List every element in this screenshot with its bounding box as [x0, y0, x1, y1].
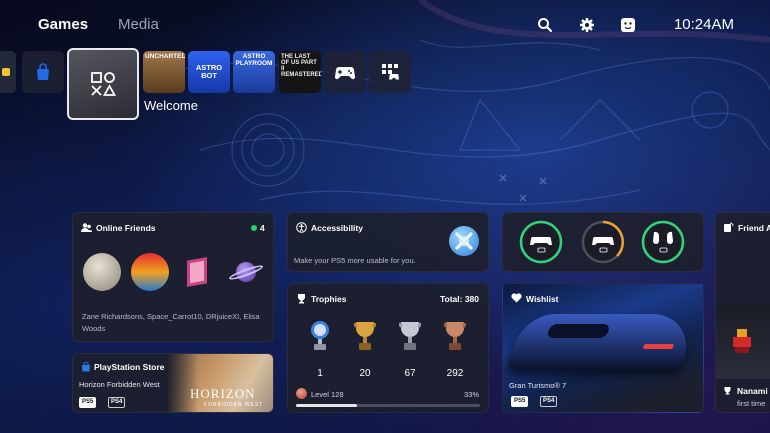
game-tile-title: THE LAST OF US PART II REMASTERED	[281, 54, 321, 78]
grid-gamepad-icon	[382, 64, 399, 80]
ps4-badge: PS4	[540, 396, 558, 407]
game-tile-astro-playroom[interactable]: ASTRO PLAYROOM	[233, 51, 275, 93]
online-friends-count: 4	[260, 223, 265, 233]
level-progress-track	[296, 404, 480, 407]
gold-count: 20	[359, 368, 371, 379]
heart-icon	[511, 293, 522, 303]
wishlist-card[interactable]: Wishlist Gran Turismo® 7 PS5 PS4	[502, 283, 704, 413]
top-bar: Games Media 10:24AM	[38, 16, 734, 38]
trophies-title: Trophies	[311, 294, 347, 304]
game-base-tile[interactable]	[369, 51, 411, 93]
ps5-badge: PS5	[511, 396, 529, 407]
gold-trophy-icon	[354, 322, 376, 350]
avatar-shape	[187, 257, 207, 287]
trophies-total: Total: 380	[439, 294, 479, 304]
store-bag-icon	[37, 63, 49, 80]
tab-games[interactable]: Games	[38, 16, 88, 33]
game-tile-title: ASTRO BOT	[195, 63, 223, 80]
trophy-level: Level 128	[311, 390, 344, 399]
friend-activity-art	[716, 303, 770, 379]
wishlist-title: Wishlist	[526, 294, 559, 304]
accessibility-description: Make your PS5 more usable for you.	[294, 256, 416, 265]
ps5-badge: PS5	[79, 397, 97, 408]
car-art	[506, 314, 699, 369]
trophy-level-progress-text: 33%	[463, 390, 479, 399]
friend-avatar[interactable]	[227, 253, 265, 291]
online-friends-title: Online Friends	[96, 223, 156, 233]
playstation-store-tile[interactable]	[22, 51, 64, 93]
search-icon[interactable]	[537, 17, 553, 33]
horizon-art: HORIZON FORBIDDEN WEST	[168, 354, 273, 412]
game-tile-partial[interactable]	[0, 51, 16, 93]
horizon-logo-text: HORIZON	[190, 386, 256, 401]
gear-icon[interactable]	[579, 17, 595, 33]
controller-battery-ring	[581, 220, 625, 264]
game-tile-last-of-us[interactable]: THE LAST OF US PART II REMASTERED	[279, 51, 321, 93]
horizon-logo-sub: FORBIDDEN WEST	[204, 402, 264, 408]
game-tile-uncharted[interactable]: UNCHARTED	[143, 51, 185, 93]
tab-media[interactable]: Media	[118, 16, 159, 33]
welcome-tile[interactable]	[67, 48, 139, 120]
friend-activity-sub: first time	[737, 399, 766, 408]
game-tile-astro-bot[interactable]: ASTRO BOT	[188, 51, 230, 93]
bronze-count: 292	[446, 368, 464, 379]
level-icon	[296, 388, 307, 399]
friends-names: Zane Richardsons, Space_Carrot10, DRjuic…	[82, 312, 260, 333]
selected-tile-label: Welcome	[144, 98, 198, 113]
wishlist-game-title: Gran Turismo® 7	[509, 381, 567, 390]
ps4-badge: PS4	[108, 397, 126, 408]
friend-activity-icon	[724, 222, 734, 232]
gamepad-icon	[335, 67, 355, 80]
trophy-icon	[298, 294, 305, 304]
tile-icon	[2, 68, 10, 76]
game-library-tile[interactable]	[324, 51, 366, 93]
bronze-trophy-icon	[444, 322, 466, 350]
controller-battery-ring	[519, 220, 563, 264]
playstation-store-card[interactable]: HORIZON FORBIDDEN WEST PlayStation Store…	[72, 353, 274, 413]
friend-avatar[interactable]	[131, 253, 169, 291]
store-title: PlayStation Store	[94, 362, 165, 372]
friend-activity-title: Friend A	[738, 223, 770, 233]
store-game-title: Horizon Forbidden West	[79, 380, 160, 389]
clock: 10:24AM	[673, 16, 734, 33]
friend-activity-name: Nanami	[737, 386, 768, 396]
trophy-icon	[724, 387, 731, 395]
silver-count: 67	[404, 368, 416, 379]
silver-trophy-icon	[399, 322, 421, 350]
controller-battery-ring	[641, 220, 685, 264]
platinum-count: 1	[317, 368, 323, 379]
platinum-trophy-icon	[311, 321, 329, 350]
accessibility-card[interactable]: Accessibility Make your PS5 more usable …	[287, 212, 489, 272]
accessibility-title: Accessibility	[311, 223, 363, 233]
accessibility-badge-icon	[449, 226, 479, 256]
friends-icon	[81, 223, 92, 232]
playstation-shapes-icon	[91, 72, 116, 96]
accessibility-icon	[296, 222, 307, 233]
online-status-dot	[251, 225, 257, 231]
game-tile-title: ASTRO PLAYROOM	[235, 53, 273, 67]
level-progress-fill	[296, 404, 357, 407]
friend-avatar[interactable]	[83, 253, 121, 291]
friend-avatar[interactable]	[179, 253, 217, 291]
game-tile-title: UNCHARTED	[145, 53, 185, 60]
store-bag-icon	[82, 362, 90, 372]
friend-activity-card[interactable]: Friend A Nanami first time	[715, 212, 770, 413]
profile-avatar-icon[interactable]	[620, 17, 636, 33]
